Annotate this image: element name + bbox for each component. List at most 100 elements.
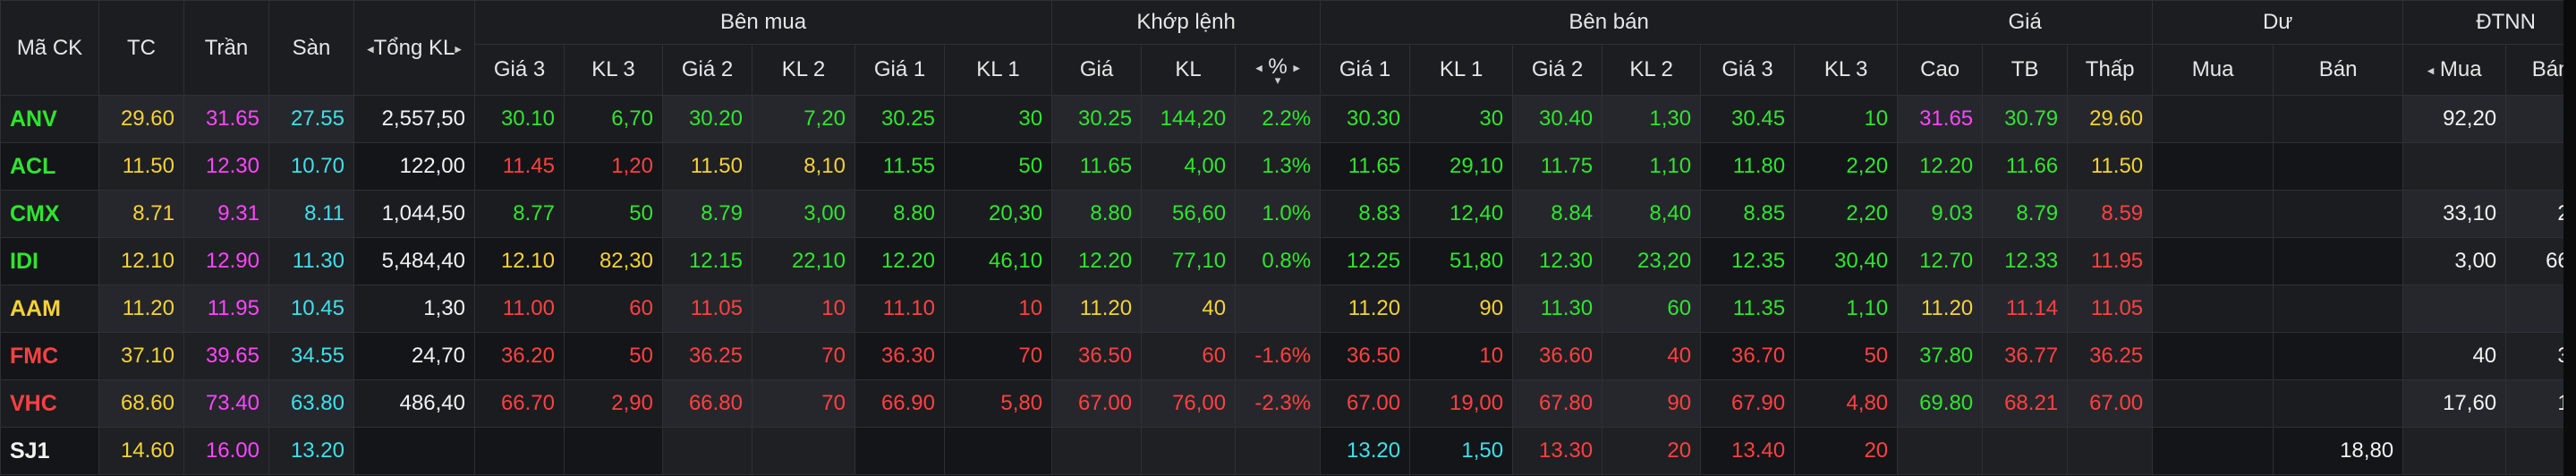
table-row[interactable]: CMX 8.71 9.31 8.11 1,044,50 8.77 50 8.79 3,00 8.8… (0, 190, 2576, 238)
cell-bid1-price (854, 427, 945, 475)
header-foreign-buy-label: Mua (2439, 57, 2482, 81)
header-average[interactable]: TB (1982, 44, 2069, 96)
header-remaining-sell[interactable]: Bán (2273, 44, 2404, 96)
cell-match-percent: -2.3% (1235, 379, 1322, 428)
cell-bid2-price: 8.79 (662, 190, 752, 238)
cell-floor-price: 8.11 (268, 190, 354, 238)
header-ceiling[interactable]: Trần (183, 0, 269, 96)
cell-ref-price: 11.20 (98, 285, 184, 333)
header-bid2-volume[interactable]: KL 2 (752, 44, 855, 96)
cell-match-percent: 2.2% (1235, 95, 1322, 143)
cell-bid2-volume: 70 (752, 332, 855, 380)
cell-ask2-volume: 60 (1602, 285, 1702, 333)
cell-average-price: 8.79 (1982, 190, 2069, 238)
scroll-left-icon[interactable]: ◂ (367, 41, 374, 56)
header-high[interactable]: Cao (1897, 44, 1984, 96)
cell-high-price: 9.03 (1897, 190, 1984, 238)
cell-ask2-volume: 90 (1602, 379, 1702, 428)
cell-bid2-price: 30.20 (662, 95, 752, 143)
table-row[interactable]: FMC 37.10 39.65 34.55 24,70 36.20 50 36.25 70 36.… (0, 332, 2576, 380)
cell-bid3-price: 11.00 (474, 285, 565, 333)
table-row[interactable]: SJ1 14.60 16.00 13.20 13.20 1,50 13.30 20 13.40 2… (0, 427, 2576, 475)
cell-ref-price: 37.10 (98, 332, 184, 380)
cell-match-price: 12.20 (1051, 237, 1143, 285)
header-match-volume[interactable]: KL (1141, 44, 1237, 96)
cell-low-price (2067, 427, 2154, 475)
cell-symbol[interactable]: IDI (0, 237, 99, 285)
cell-match-percent: 1.3% (1235, 142, 1322, 191)
cell-high-price: 69.80 (1897, 379, 1984, 428)
cell-ask1-price: 11.20 (1320, 285, 1411, 333)
cell-bid1-volume: 10 (943, 285, 1053, 333)
table-row[interactable]: ANV 29.60 31.65 27.55 2,557,50 30.10 6,70 30.20… (0, 95, 2576, 143)
cell-match-volume: 4,00 (1141, 142, 1237, 191)
cell-ask1-volume: 10 (1409, 332, 1514, 380)
header-buy-side: Bên mua (473, 0, 1053, 45)
toggle-right-icon[interactable]: ▸ (1293, 61, 1300, 76)
header-ask1-volume[interactable]: KL 1 (1409, 44, 1514, 96)
header-ask1-price[interactable]: Giá 1 (1320, 44, 1411, 96)
header-ask2-price[interactable]: Giá 2 (1512, 44, 1603, 96)
header-floor[interactable]: Sàn (268, 0, 354, 96)
cell-total-volume: 5,484,40 (353, 237, 475, 285)
header-foreign-buy[interactable]: ◂ Mua (2402, 44, 2507, 96)
cell-ceiling-price: 12.30 (183, 142, 269, 191)
cell-symbol[interactable]: CMX (0, 190, 99, 238)
cell-symbol[interactable]: ACL (0, 142, 99, 191)
cell-bid3-price: 30.10 (474, 95, 565, 143)
cell-bid1-volume: 46,10 (943, 237, 1053, 285)
cell-ask3-price: 12.35 (1700, 237, 1796, 285)
header-match-price[interactable]: Giá (1051, 44, 1143, 96)
header-symbol[interactable]: Mã CK (0, 0, 99, 96)
cell-match-price: 36.50 (1051, 332, 1143, 380)
header-ref[interactable]: TC (98, 0, 184, 96)
header-bid1-volume[interactable]: KL 1 (943, 44, 1053, 96)
cell-ask3-price: 13.40 (1700, 427, 1796, 475)
header-ask3-price[interactable]: Giá 3 (1700, 44, 1796, 96)
header-low[interactable]: Thấp (2067, 44, 2154, 96)
cell-symbol[interactable]: SJ1 (0, 427, 99, 475)
header-bid1-price[interactable]: Giá 1 (854, 44, 945, 96)
header-remaining-buy[interactable]: Mua (2152, 44, 2274, 96)
scroll-right-icon[interactable]: ▸ (455, 41, 462, 56)
cell-ask1-volume: 30 (1409, 95, 1514, 143)
cell-bid3-price: 12.10 (474, 237, 565, 285)
sort-caret-icon[interactable]: ▾ (1245, 74, 1311, 86)
cell-match-price: 30.25 (1051, 95, 1143, 143)
table-row[interactable]: IDI 12.10 12.90 11.30 5,484,40 12.10 82,30 12.1… (0, 237, 2576, 285)
cell-symbol[interactable]: AAM (0, 285, 99, 333)
cell-ask2-price: 30.40 (1512, 95, 1603, 143)
header-ask3-volume[interactable]: KL 3 (1794, 44, 1899, 96)
cell-low-price: 11.50 (2067, 142, 2154, 191)
cell-ask2-volume: 23,20 (1602, 237, 1702, 285)
cell-remaining-buy (2152, 427, 2274, 475)
cell-ask1-volume: 29,10 (1409, 142, 1514, 191)
header-bid3-volume[interactable]: KL 3 (564, 44, 663, 96)
cell-remaining-buy (2152, 237, 2274, 285)
cell-ask1-volume: 90 (1409, 285, 1514, 333)
cell-symbol[interactable]: ANV (0, 95, 99, 143)
cell-average-price: 30.79 (1982, 95, 2069, 143)
cell-bid2-volume: 7,20 (752, 95, 855, 143)
vertical-scrollbar[interactable] (2563, 0, 2576, 476)
header-total-volume[interactable]: ◂Tổng KL▸ (353, 0, 475, 96)
cell-ref-price: 8.71 (98, 190, 184, 238)
toggle-left-icon[interactable]: ◂ (1255, 61, 1262, 76)
table-row[interactable]: ACL 11.50 12.30 10.70 122,00 11.45 1,20 11.50 8,… (0, 142, 2576, 191)
table-row[interactable]: AAM 11.20 11.95 10.45 1,30 11.00 60 11.05 10 11.1… (0, 285, 2576, 333)
cell-high-price: 31.65 (1897, 95, 1984, 143)
header-bid2-price[interactable]: Giá 2 (662, 44, 752, 96)
header-match-percent[interactable]: ◂ % ▸ ▾ (1235, 44, 1322, 96)
cell-ask3-volume: 2,20 (1794, 190, 1899, 238)
header-bid3-price[interactable]: Giá 3 (474, 44, 565, 96)
header-ask2-volume[interactable]: KL 2 (1602, 44, 1702, 96)
cell-symbol[interactable]: VHC (0, 379, 99, 428)
cell-bid1-price: 36.30 (854, 332, 945, 380)
foreign-left-icon[interactable]: ◂ (2427, 64, 2435, 79)
table-row[interactable]: VHC 68.60 73.40 63.80 486,40 66.70 2,90 66.80 70… (0, 379, 2576, 428)
cell-ask1-price: 30.30 (1320, 95, 1411, 143)
cell-low-price: 29.60 (2067, 95, 2154, 143)
cell-ask2-price: 67.80 (1512, 379, 1603, 428)
cell-symbol[interactable]: FMC (0, 332, 99, 380)
cell-high-price: 11.20 (1897, 285, 1984, 333)
